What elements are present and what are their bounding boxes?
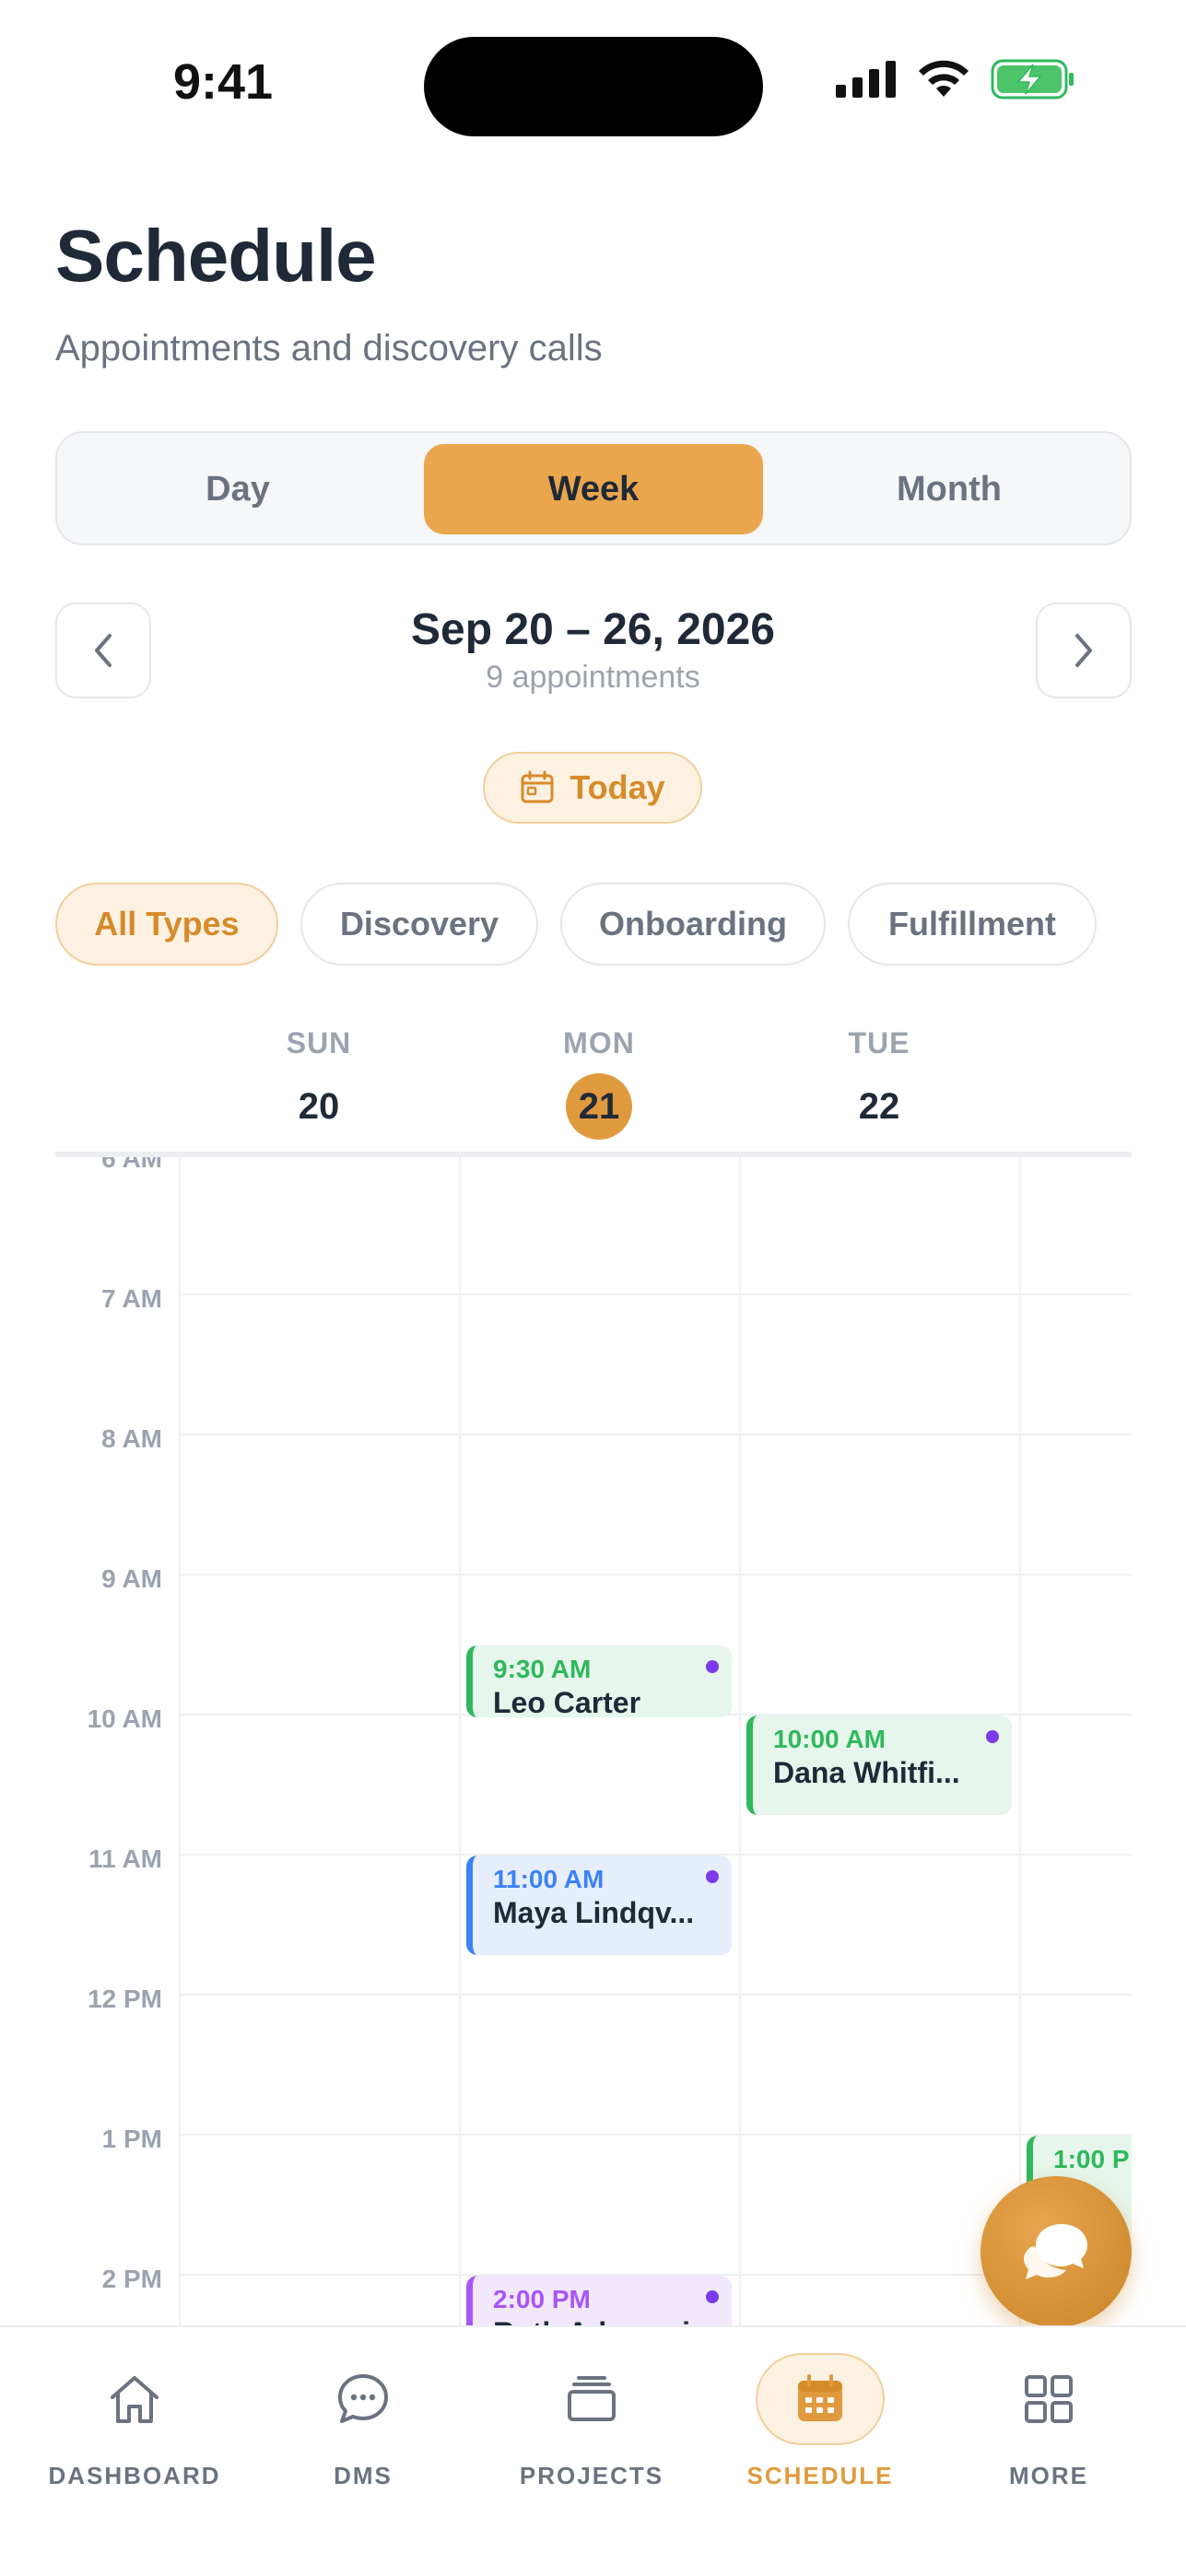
hour-label: 6 AM — [101, 1157, 162, 1173]
today-button[interactable]: Today — [483, 752, 702, 824]
appointment-count: 9 appointments — [486, 660, 700, 695]
status-icons — [836, 59, 1075, 100]
day-column-line — [459, 1157, 461, 2325]
chat-bubbles-icon — [1024, 2224, 1087, 2279]
status-time: 9:41 — [173, 54, 274, 110]
dynamic-island — [424, 37, 763, 136]
tab-icon-wrap — [984, 2353, 1113, 2445]
tab-more[interactable]: MORE — [938, 2353, 1159, 2490]
home-icon — [111, 2376, 159, 2423]
signal-icon — [836, 61, 896, 98]
event-name: Dana Whitfi... — [773, 1756, 960, 1789]
view-toggle: Day Week Month — [55, 431, 1132, 545]
tab-label: MORE — [1009, 2462, 1088, 2489]
event-time: 11:00 AM — [493, 1865, 605, 1893]
day-of-week: TUE — [848, 1026, 910, 1060]
day-column-line — [739, 1157, 741, 2325]
day-column-line — [1019, 1157, 1021, 2325]
today-label: Today — [570, 768, 665, 806]
event-type-dot — [706, 2290, 719, 2303]
page-subtitle: Appointments and discovery calls — [55, 328, 603, 369]
page-title: Schedule — [55, 215, 377, 297]
tab-label: SCHEDULE — [746, 2462, 894, 2489]
filter-chip-discovery[interactable]: Discovery — [300, 883, 538, 966]
event-type-dot — [706, 1660, 719, 1673]
hour-line — [179, 1574, 1132, 1575]
appointment-event[interactable]: 9:30 AM Leo Carter — [466, 1645, 732, 1717]
appointment-event[interactable]: 11:00 AM Maya Lindqv... — [466, 1856, 732, 1955]
day-header-sun[interactable]: SUN 20 — [179, 1026, 459, 1140]
tab-label: DMS — [334, 2462, 393, 2489]
view-option-week[interactable]: Week — [424, 444, 763, 534]
time-grid[interactable]: 6 AM 7 AM 8 AM 9 AM 10 AM 11 AM 12 PM 1 … — [55, 1157, 1132, 2325]
tab-icon-wrap — [756, 2353, 885, 2445]
chat-bubble-icon — [338, 2374, 388, 2423]
tab-label: PROJECTS — [519, 2462, 664, 2489]
event-type-dot — [986, 1730, 999, 1743]
day-number: 20 — [298, 1085, 340, 1127]
appointment-event[interactable]: 10:00 AM Dana Whitfi... — [746, 1715, 1012, 1815]
tab-icon-wrap — [527, 2353, 656, 2445]
chat-fab-button[interactable] — [981, 2176, 1132, 2327]
day-of-week: MON — [563, 1026, 635, 1060]
view-option-day[interactable]: Day — [68, 444, 407, 534]
tab-projects[interactable]: PROJECTS — [481, 2353, 702, 2490]
week-calendar: SUN 20 MON 21 TUE 22 W 6 AM 7 AM 8 AM 9 … — [55, 1004, 1132, 2325]
battery-charging-icon — [991, 59, 1074, 100]
event-time: 1:00 P — [1053, 2145, 1130, 2173]
filter-chip-all-types[interactable]: All Types — [55, 883, 278, 966]
next-week-button[interactable] — [1036, 603, 1132, 698]
hour-label: 11 AM — [88, 1844, 162, 1873]
tab-schedule[interactable]: SCHEDULE — [710, 2353, 931, 2490]
filter-chip-onboarding[interactable]: Onboarding — [560, 883, 826, 966]
hour-line — [179, 2134, 1132, 2136]
event-name: Leo Carter — [493, 1686, 641, 1717]
hour-line — [179, 1294, 1132, 1295]
filter-chip-fulfillment[interactable]: Fulfillment — [848, 883, 1097, 966]
event-time: 9:30 AM — [493, 1655, 592, 1683]
week-range: Sep 20 – 26, 2026 — [411, 605, 775, 654]
calendar-icon — [521, 770, 554, 803]
day-number-today: 21 — [566, 1073, 632, 1140]
day-header-mon[interactable]: MON 21 — [459, 1026, 739, 1140]
view-option-month[interactable]: Month — [780, 444, 1119, 534]
wifi-icon — [919, 60, 969, 97]
event-type-dot — [706, 1870, 719, 1883]
day-of-week: SUN — [286, 1026, 352, 1060]
day-of-week: W — [1019, 1026, 1132, 1060]
bottom-tab-bar: DASHBOARD DMS PROJECTS SCHEDULE MORE — [0, 2325, 1186, 2576]
tab-label: DASHBOARD — [48, 2462, 221, 2489]
hour-label: 7 AM — [101, 1284, 162, 1313]
day-header-tue[interactable]: TUE 22 — [739, 1026, 1019, 1140]
tab-dms[interactable]: DMS — [252, 2353, 474, 2490]
day-number: 22 — [858, 1085, 900, 1127]
appointment-event[interactable]: 2:00 PM Ruth Adeyemi — [466, 2276, 732, 2325]
layers-icon — [568, 2376, 616, 2421]
day-column-line — [179, 1157, 181, 2325]
hour-label: 1 PM — [101, 2125, 162, 2153]
hour-label: 8 AM — [101, 1424, 162, 1453]
hour-label: 12 PM — [88, 1985, 162, 2013]
hour-label: 9 AM — [101, 1564, 162, 1593]
event-name: Ruth Adeyemi — [493, 2316, 717, 2325]
event-time: 2:00 PM — [493, 2285, 591, 2313]
tab-icon-wrap — [70, 2353, 199, 2445]
chevron-right-icon — [1075, 634, 1092, 667]
hour-label: 2 PM — [101, 2265, 162, 2293]
hour-label: 10 AM — [87, 1704, 162, 1733]
hour-line — [179, 1434, 1132, 1435]
day-header-wed[interactable]: W — [1019, 1026, 1132, 1060]
event-name: Maya Lindqv... — [493, 1896, 695, 1929]
status-bar: 9:41 — [0, 0, 1186, 157]
tab-dashboard[interactable]: DASHBOARD — [24, 2353, 245, 2490]
grid-icon — [1025, 2375, 1073, 2423]
hour-line — [179, 1994, 1132, 1996]
calendar-icon — [798, 2374, 842, 2421]
tab-icon-wrap — [299, 2353, 428, 2445]
event-time: 10:00 AM — [773, 1725, 886, 1753]
